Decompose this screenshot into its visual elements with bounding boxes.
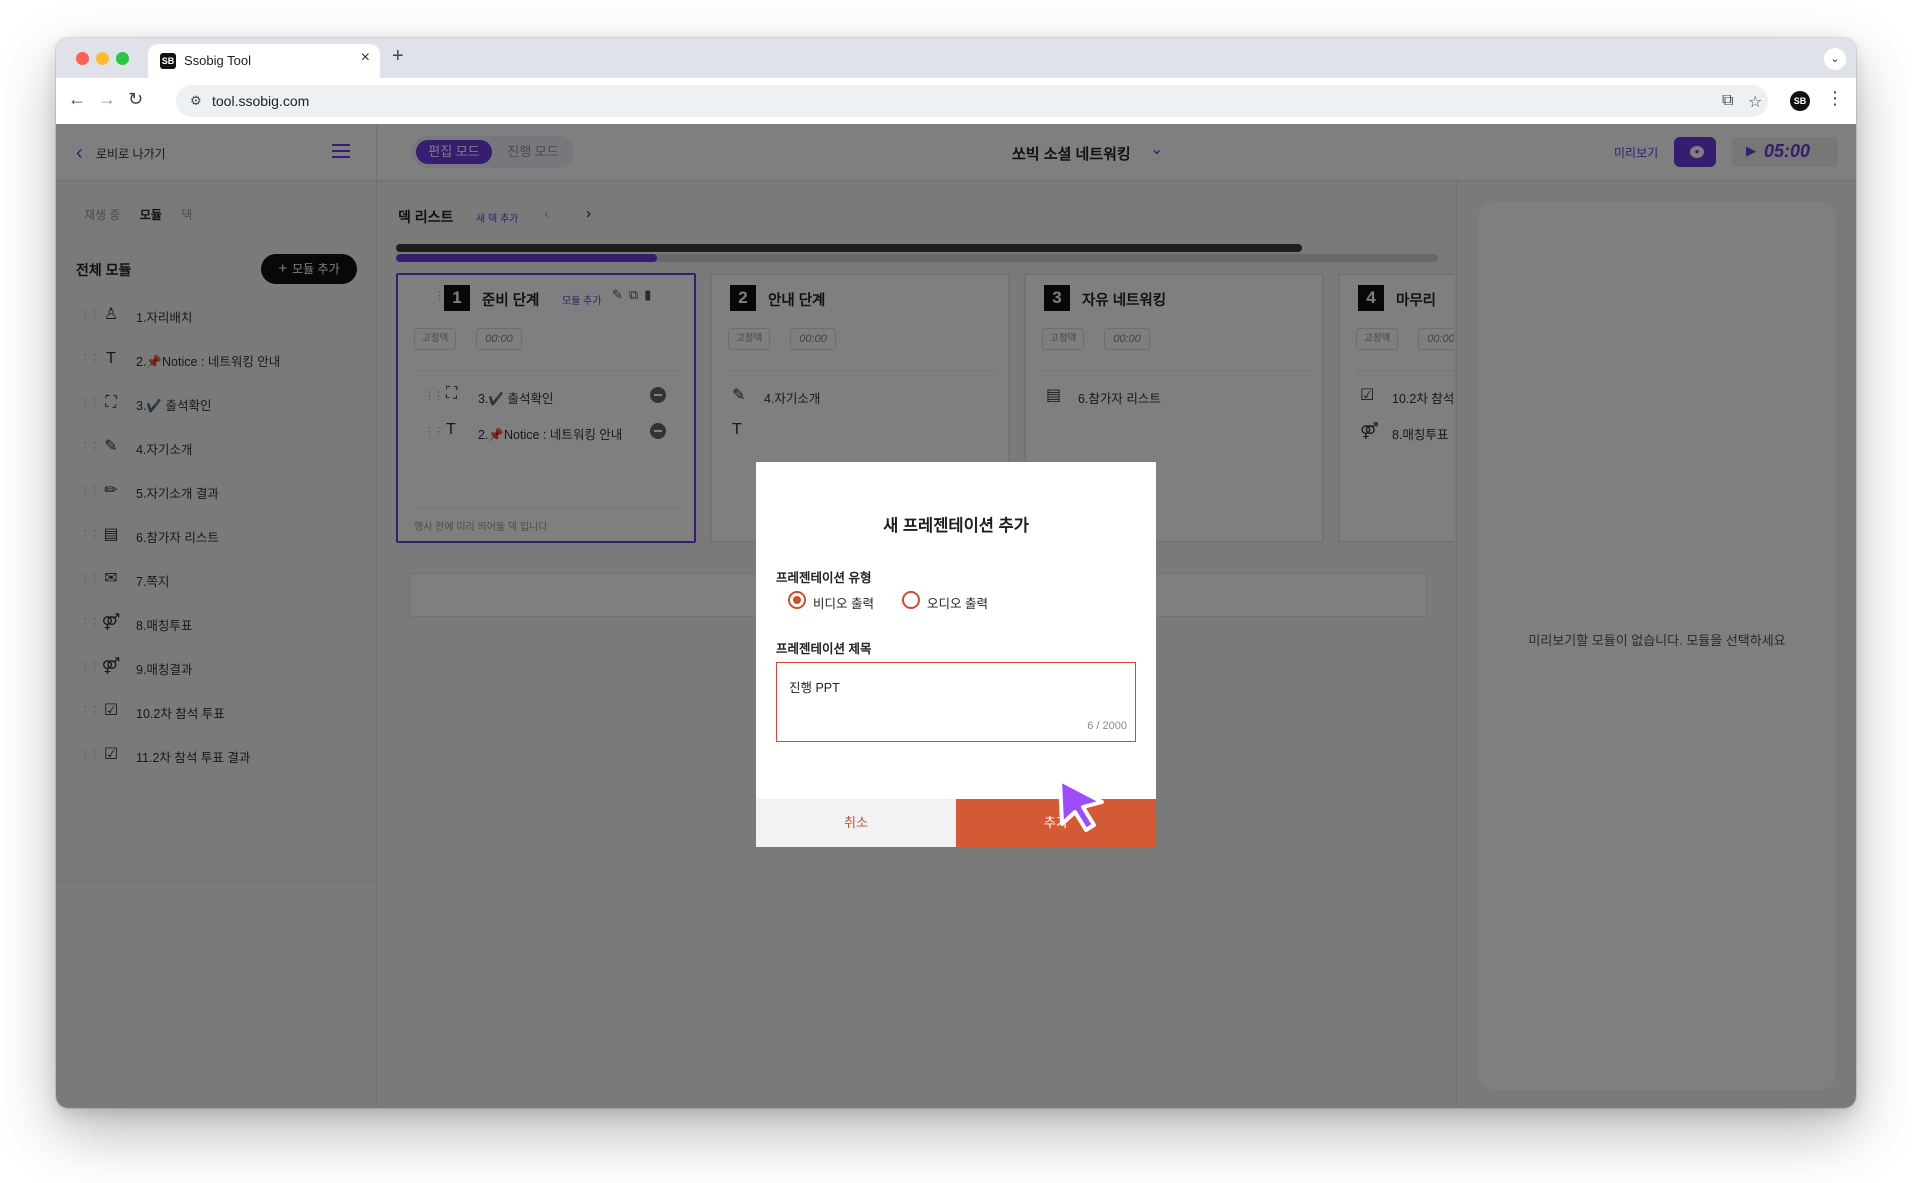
browser-tab[interactable]: SB Ssobig Tool × [148, 44, 380, 78]
textarea-value[interactable]: 진행 PPT [789, 677, 840, 696]
video-output-radio[interactable]: 비디오 출력 [788, 590, 878, 611]
address-bar[interactable]: ⚙ tool.ssobig.com ⧉ ☆ [176, 85, 1768, 117]
zoom-window-button[interactable] [116, 52, 129, 65]
tab-search-chevron-icon[interactable]: ⌄ [1824, 48, 1846, 70]
radio-label: 비디오 출력 [813, 597, 874, 611]
profile-icon[interactable]: SB [1790, 91, 1810, 111]
radio-label: 오디오 출력 [927, 597, 988, 611]
open-external-icon[interactable]: ⧉ [1722, 92, 1733, 110]
radio-unchecked-icon [902, 591, 920, 609]
site-info-icon[interactable]: ⚙ [190, 93, 202, 109]
presentation-type-label: 프레젠테이션 유형 [776, 571, 872, 585]
browser-toolbar: ← → ↻ ⚙ tool.ssobig.com ⧉ ☆ SB ⋮ [56, 78, 1856, 124]
star-icon[interactable]: ☆ [1748, 92, 1762, 112]
kebab-icon[interactable]: ⋮ [1826, 88, 1844, 109]
char-count: 6 / 2000 [1087, 720, 1127, 732]
minimize-window-button[interactable] [96, 52, 109, 65]
url-text[interactable]: tool.ssobig.com [212, 93, 309, 109]
browser-window: SB Ssobig Tool × + ⌄ ← → ↻ ⚙ tool.ssobig… [56, 38, 1856, 1108]
app-root: ‹ 로비로 나가기 편집 모드 진행 모드 쏘빅 소셜 네트워킹 ⌄ 미리보기 … [56, 124, 1856, 1108]
presentation-title-label: 프레젠테이션 제목 [776, 642, 872, 656]
new-tab-button[interactable]: + [392, 45, 404, 68]
back-icon[interactable]: ← [68, 89, 86, 110]
close-window-button[interactable] [76, 52, 89, 65]
presentation-title-textarea[interactable]: 진행 PPT 6 / 2000 [776, 662, 1136, 742]
audio-output-radio[interactable]: 오디오 출력 [902, 590, 998, 611]
tab-title: Ssobig Tool [184, 53, 251, 68]
reload-icon[interactable]: ↻ [128, 89, 143, 110]
radio-checked-icon [788, 591, 806, 609]
modal-title: 새 프레젠테이션 추가 [883, 517, 1029, 535]
tab-close-icon[interactable]: × [361, 49, 370, 67]
cancel-button[interactable]: 취소 [756, 799, 956, 847]
tab-strip: SB Ssobig Tool × + ⌄ [56, 38, 1856, 78]
forward-icon[interactable]: → [98, 89, 116, 110]
favicon-icon: SB [160, 53, 176, 69]
mouse-pointer-icon [1058, 778, 1104, 832]
